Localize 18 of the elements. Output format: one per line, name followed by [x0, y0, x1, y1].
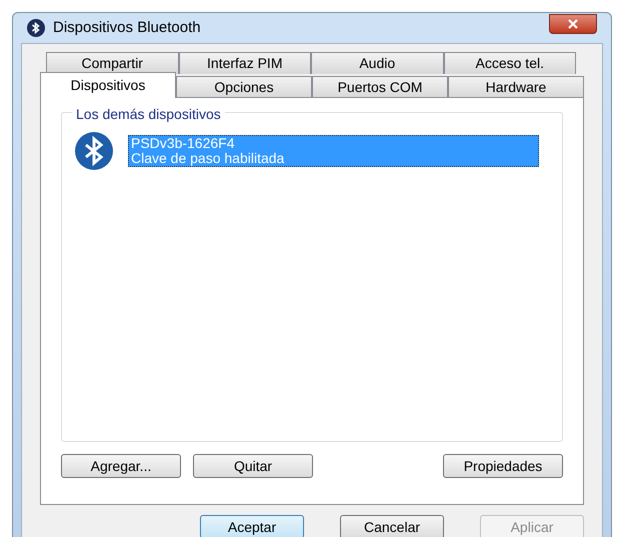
close-icon: [567, 19, 579, 29]
tab[interactable]: Opciones: [176, 76, 312, 98]
dialog-button[interactable]: Propiedades: [443, 454, 563, 478]
tab[interactable]: Puertos COM: [312, 76, 448, 98]
dialog-button[interactable]: Agregar...: [61, 454, 181, 478]
tab[interactable]: Acceso tel.: [444, 52, 576, 74]
dialog-button[interactable]: Quitar: [193, 454, 313, 478]
dialog-button[interactable]: Cancelar: [340, 515, 444, 537]
tab[interactable]: Compartir: [46, 52, 178, 74]
tab[interactable]: Hardware: [448, 76, 584, 98]
bluetooth-icon: [27, 19, 45, 37]
tab[interactable]: Audio: [311, 52, 444, 74]
tab[interactable]: Dispositivos: [40, 72, 176, 98]
window-title: Dispositivos Bluetooth: [53, 18, 201, 38]
bluetooth-icon: [74, 131, 114, 171]
tab[interactable]: Interfaz PIM: [178, 52, 311, 74]
dialog-button[interactable]: Aceptar: [200, 515, 304, 537]
close-button[interactable]: [549, 14, 597, 34]
